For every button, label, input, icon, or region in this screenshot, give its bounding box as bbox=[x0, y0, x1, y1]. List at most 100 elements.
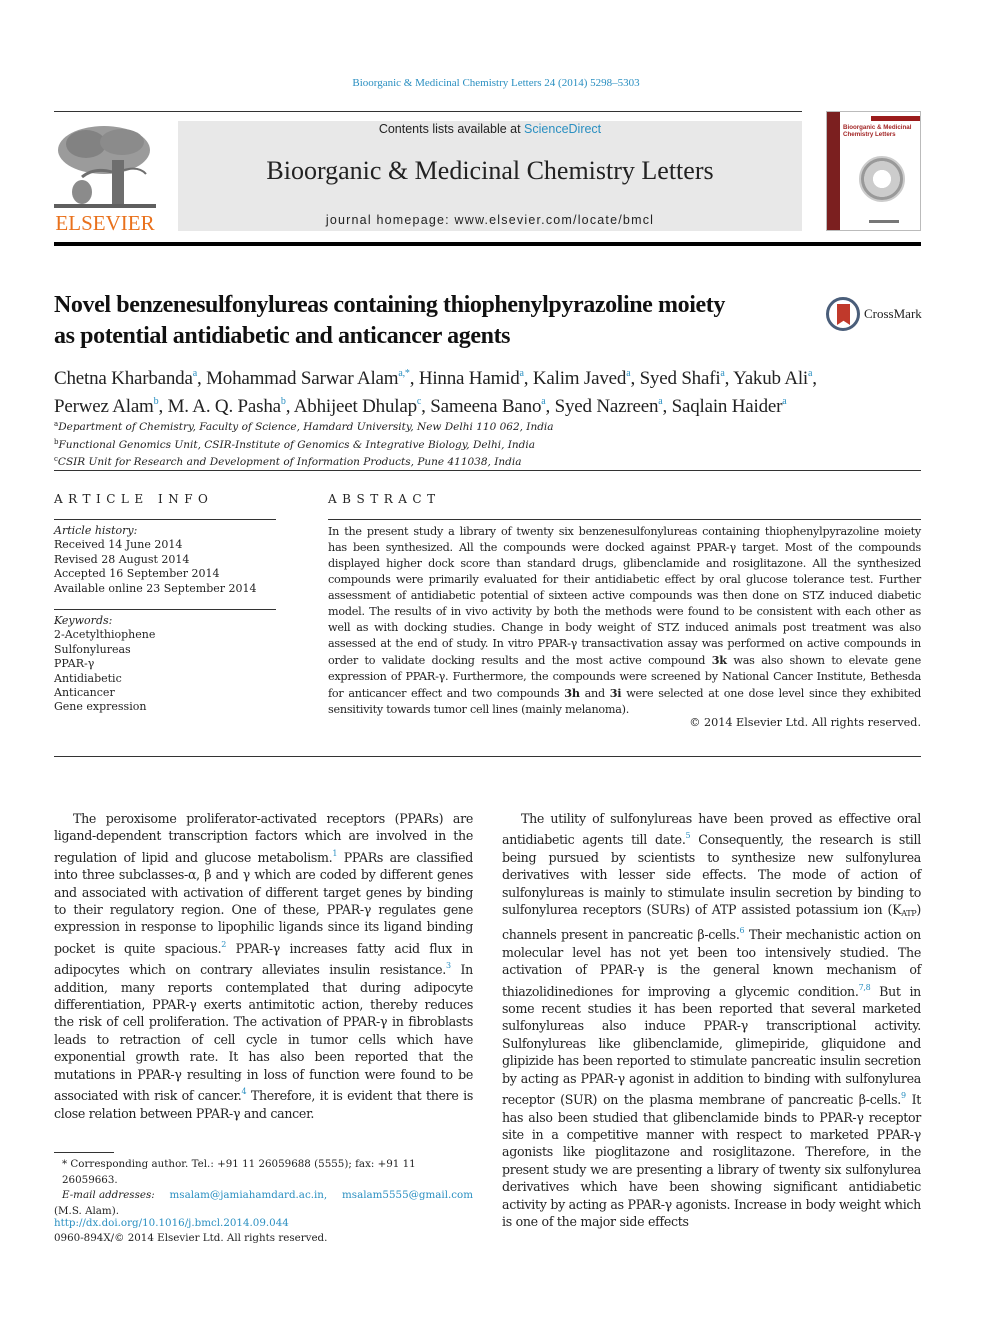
affiliation-list: aDepartment of Chemistry, Faculty of Sci… bbox=[54, 417, 654, 470]
cover-graphic bbox=[859, 156, 905, 202]
body-text: It has also been studied that glibenclam… bbox=[502, 1092, 922, 1229]
article-title: Novel benzenesulfonylureas containing th… bbox=[54, 290, 814, 352]
author-name[interactable]: Yakub Ali bbox=[733, 368, 808, 389]
author-name[interactable]: Perwez Alam bbox=[54, 396, 154, 417]
reference-link[interactable]: 7,8 bbox=[859, 983, 871, 992]
abstract-heading: ABSTRACT bbox=[328, 492, 441, 506]
contents-line: Contents lists available at ScienceDirec… bbox=[178, 122, 802, 136]
author-separator: , bbox=[662, 396, 672, 417]
author-affiliation-marker[interactable]: a bbox=[782, 396, 786, 407]
header-divider bbox=[54, 111, 802, 112]
affiliation-text: Department of Chemistry, Faculty of Scie… bbox=[58, 421, 554, 433]
title-line-1: Novel benzenesulfonylureas containing th… bbox=[54, 292, 725, 318]
author-separator: , bbox=[158, 396, 168, 417]
journal-banner: Contents lists available at ScienceDirec… bbox=[178, 121, 802, 231]
article-history: Article history: Received 14 June 2014 R… bbox=[54, 524, 279, 596]
email-line: E-mail addresses: msalam@jamiahamdard.ac… bbox=[54, 1188, 473, 1204]
contents-prefix: Contents lists available at bbox=[378, 122, 525, 136]
article-info-divider bbox=[54, 519, 276, 520]
author-affiliation-marker[interactable]: a,* bbox=[398, 368, 410, 379]
affiliation-b: bFunctional Genomics Unit, CSIR-Institut… bbox=[54, 435, 654, 453]
cover-title: Bioorganic & Medicinal Chemistry Letters bbox=[843, 124, 912, 138]
body-column-left: The peroxisome proliferator-activated re… bbox=[54, 810, 473, 1122]
article-info-heading: ARTICLE INFO bbox=[54, 492, 214, 506]
body-text: In addition, many reports contemplated t… bbox=[54, 962, 473, 1104]
affiliation-divider bbox=[54, 470, 921, 471]
body-text: But in some recent studies it has been r… bbox=[502, 983, 921, 1108]
body-paragraph: The utility of sulfonylureas have been p… bbox=[502, 810, 921, 1230]
email-link-2[interactable]: msalam5555@gmail.com bbox=[342, 1188, 473, 1204]
author-name[interactable]: Chetna Kharbanda bbox=[54, 368, 193, 389]
author-name[interactable]: Sameena Bano bbox=[430, 396, 541, 417]
header-thick-divider bbox=[54, 242, 921, 246]
crossmark-label: CrossMark bbox=[864, 306, 922, 321]
body-paragraph: The peroxisome proliferator-activated re… bbox=[54, 810, 473, 1122]
doi-link[interactable]: http://dx.doi.org/10.1016/j.bmcl.2014.09… bbox=[54, 1216, 327, 1231]
cover-spine bbox=[827, 112, 840, 230]
abstract-copyright: © 2014 Elsevier Ltd. All rights reserved… bbox=[689, 716, 921, 729]
history-accepted: Accepted 16 September 2014 bbox=[54, 567, 220, 581]
subscript: ATP bbox=[901, 909, 917, 919]
author-separator: , bbox=[523, 368, 533, 389]
history-revised: Revised 28 August 2014 bbox=[54, 552, 190, 566]
author-name[interactable]: Hinna Hamid bbox=[419, 368, 520, 389]
author-list: Chetna Kharbanda a, Mohammad Sarwar Alama… bbox=[54, 362, 924, 418]
keywords: Keywords: 2-Acetylthiophene Sulfonylurea… bbox=[54, 614, 279, 715]
title-line-2: as potential antidiabetic and anticancer… bbox=[54, 323, 511, 349]
author-name[interactable]: Mohammad Sarwar Alam bbox=[206, 368, 398, 389]
keyword-item: Gene expression bbox=[54, 700, 147, 714]
journal-cover-thumbnail[interactable]: Bioorganic & Medicinal Chemistry Letters bbox=[826, 111, 921, 231]
article-history-label: Article history: bbox=[54, 524, 138, 537]
keywords-divider bbox=[54, 609, 276, 610]
author-separator: , bbox=[421, 396, 431, 417]
author-separator: , bbox=[545, 396, 555, 417]
author-separator: , bbox=[724, 368, 734, 389]
author-name[interactable]: Kalim Javed bbox=[533, 368, 627, 389]
affiliation-text: CSIR Unit for Research and Development o… bbox=[57, 456, 522, 468]
journal-homepage-link[interactable]: journal homepage: www.elsevier.com/locat… bbox=[178, 213, 802, 227]
keyword-item: Anticancer bbox=[54, 686, 115, 700]
issn-copyright: 0960-894X/© 2014 Elsevier Ltd. All right… bbox=[54, 1232, 328, 1244]
author-separator: , bbox=[409, 368, 419, 389]
bookmark-ribbon-icon bbox=[837, 304, 850, 325]
sciencedirect-link[interactable]: ScienceDirect bbox=[524, 122, 601, 136]
history-received: Received 14 June 2014 bbox=[54, 538, 183, 552]
compound-label: 3h bbox=[564, 686, 580, 700]
keyword-item: Sulfonylureas bbox=[54, 642, 131, 656]
keyword-item: PPAR-γ bbox=[54, 657, 95, 671]
author-separator: , bbox=[812, 368, 817, 389]
author-separator: , bbox=[630, 368, 640, 389]
author-name[interactable]: Abhijeet Dhulap bbox=[294, 396, 417, 417]
history-online: Available online 23 September 2014 bbox=[54, 581, 257, 595]
affiliation-a: aDepartment of Chemistry, Faculty of Sci… bbox=[54, 417, 654, 435]
keywords-label: Keywords: bbox=[54, 614, 113, 627]
footnote: * Corresponding author. Tel.: +91 11 260… bbox=[54, 1157, 473, 1219]
abstract-segment: and bbox=[579, 687, 610, 700]
author-name[interactable]: Syed Nazreen bbox=[555, 396, 659, 417]
abstract-text: In the present study a library of twenty… bbox=[328, 524, 921, 718]
author-name[interactable]: Saqlain Haider bbox=[672, 396, 783, 417]
elsevier-wordmark: ELSEVIER bbox=[55, 211, 155, 235]
keyword-item: 2-Acetylthiophene bbox=[54, 628, 156, 642]
compound-label: 3i bbox=[609, 686, 622, 700]
cover-footer bbox=[869, 220, 899, 223]
author-separator: , bbox=[285, 396, 294, 417]
affiliation-text: Functional Genomics Unit, CSIR-Institute… bbox=[58, 438, 536, 451]
doi-block: http://dx.doi.org/10.1016/j.bmcl.2014.09… bbox=[54, 1216, 327, 1246]
author-name[interactable]: Syed Shafi bbox=[640, 368, 721, 389]
author-separator: , bbox=[196, 368, 207, 389]
body-column-right: The utility of sulfonylureas have been p… bbox=[502, 810, 921, 1230]
affiliation-c: cCSIR Unit for Research and Development … bbox=[54, 452, 654, 470]
footnote-divider bbox=[54, 1152, 114, 1153]
keyword-item: Antidiabetic bbox=[54, 671, 122, 685]
journal-citation-link[interactable]: Bioorganic & Medicinal Chemistry Letters… bbox=[0, 77, 992, 89]
elsevier-logo[interactable]: ELSEVIER bbox=[54, 122, 156, 235]
email-link-1[interactable]: msalam@jamiahamdard.ac.in, bbox=[170, 1188, 328, 1204]
crossmark-button[interactable]: CrossMark bbox=[826, 297, 926, 333]
elsevier-tree-icon bbox=[54, 126, 156, 208]
email-label: E-mail addresses: bbox=[62, 1189, 155, 1201]
corresponding-author-note: * Corresponding author. Tel.: +91 11 260… bbox=[62, 1158, 416, 1186]
journal-title: Bioorganic & Medicinal Chemistry Letters bbox=[266, 156, 714, 185]
author-name[interactable]: M. A. Q. Pasha bbox=[168, 396, 282, 417]
crossmark-icon bbox=[826, 297, 860, 331]
